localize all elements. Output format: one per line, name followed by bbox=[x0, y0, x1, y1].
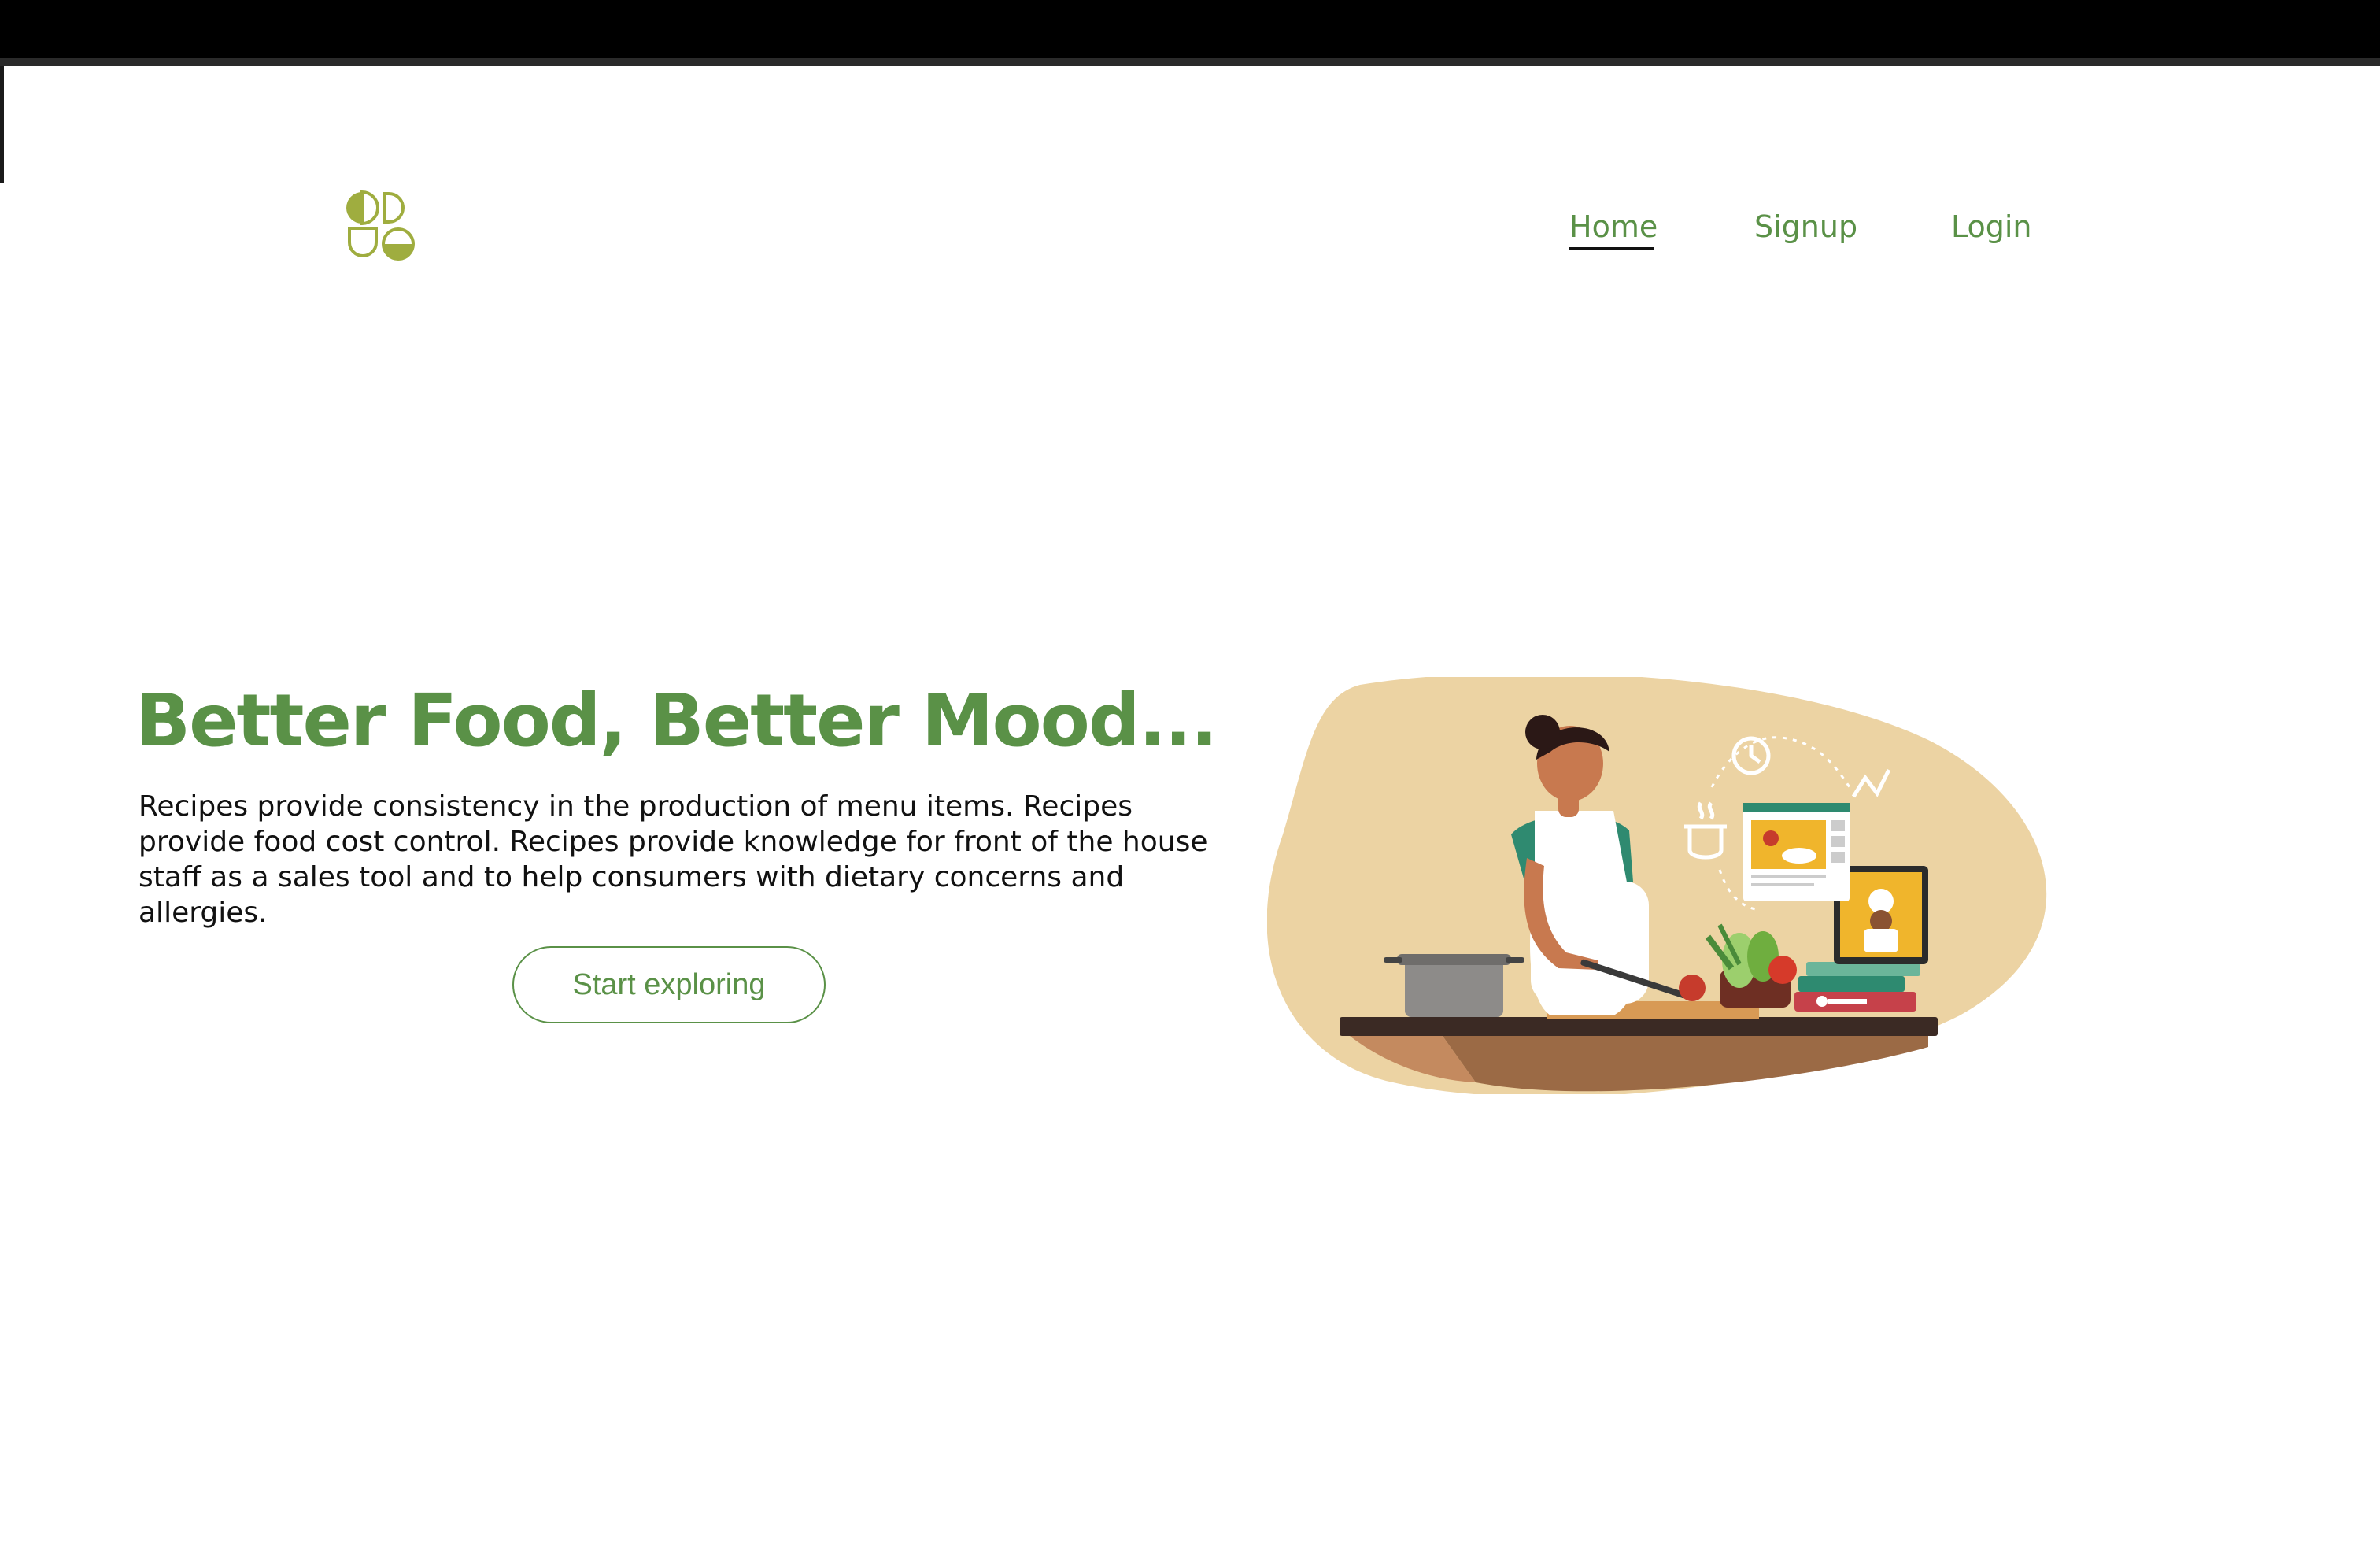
nav-link-home[interactable]: Home bbox=[1569, 209, 1658, 244]
hero-title: Better Food, Better Mood... bbox=[135, 679, 1218, 763]
nav-link-signup[interactable]: Signup bbox=[1754, 209, 1857, 244]
start-exploring-button[interactable]: Start exploring bbox=[512, 946, 826, 1023]
cookbook-stack bbox=[1794, 962, 1920, 1012]
recipe-card bbox=[1743, 803, 1850, 901]
counter-top bbox=[1340, 1017, 1938, 1036]
hero-description: Recipes provide consistency in the produ… bbox=[139, 790, 1208, 929]
nav-link-login[interactable]: Login bbox=[1951, 209, 2032, 244]
counter-front bbox=[1440, 1033, 1928, 1092]
active-nav-underline bbox=[1569, 247, 1654, 250]
browser-top-bar bbox=[0, 0, 2380, 58]
text-cursor-caret bbox=[0, 66, 4, 183]
woman-cooking-illustration bbox=[1267, 677, 2047, 1094]
clover-logo-icon bbox=[346, 190, 415, 261]
browser-top-bar-edge bbox=[0, 58, 2380, 66]
